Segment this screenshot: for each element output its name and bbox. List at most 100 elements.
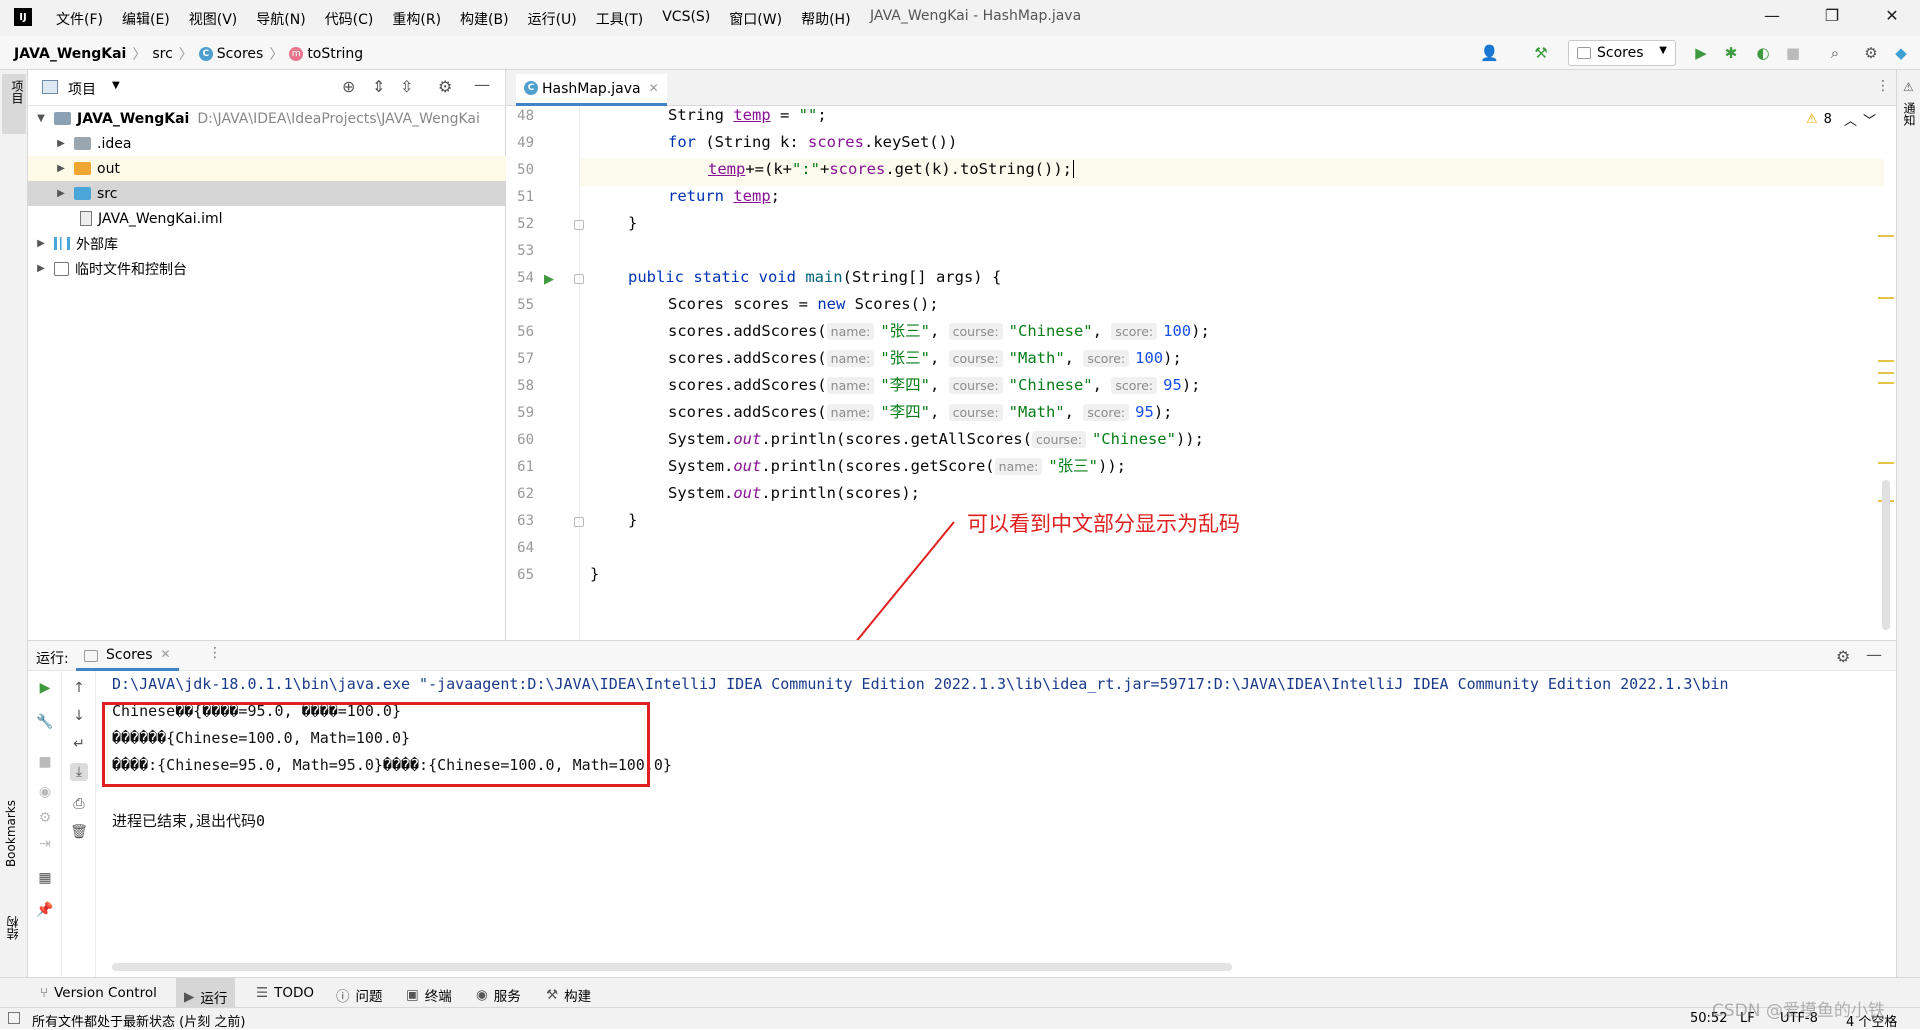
code-line-56[interactable]: scores.addScores(name: "张三", course: "Chin… [590,318,1210,345]
collapse-all-icon[interactable]: ⇳ [400,77,413,96]
run-config-selector[interactable]: Scores ▼ [1568,40,1676,66]
run-gutter-icon[interactable]: ▶ [544,272,554,287]
settings-icon[interactable]: ⚙ [36,809,54,827]
pin-icon[interactable]: 📌 [36,901,54,919]
status-square-icon[interactable] [8,1012,20,1024]
menu-file[interactable]: 文件(F) [56,9,103,29]
warning-stripe-mark[interactable] [1878,360,1894,362]
structure-tool-button[interactable]: 结构 [4,916,21,940]
project-panel-title[interactable]: 项目 [68,79,96,99]
code-line-55[interactable]: Scores scores = new Scores(); [590,291,939,318]
code-line-57[interactable]: scores.addScores(name: "张三", course: "Math… [590,345,1182,372]
restore-icon[interactable]: ❐ [1820,6,1844,28]
layout-icon[interactable]: ▦ [36,869,54,887]
inspection-widget[interactable]: ⚠ 8 ︿ ﹀ [1806,110,1876,129]
warning-stripe-mark[interactable] [1878,382,1894,384]
menu-navigate[interactable]: 导航(N) [256,9,305,29]
hide-panel-icon[interactable]: — [474,75,490,94]
tab-problems[interactable]: ⓘ 问题 [336,985,383,1005]
fold-marker-icon[interactable] [574,517,584,527]
user-icon[interactable]: 👤 [1480,44,1499,62]
menu-view[interactable]: 视图(V) [189,9,238,29]
tree-item-iml[interactable]: JAVA_WengKai.iml [28,206,506,231]
rerun-icon[interactable]: ▶ [36,679,54,697]
breadcrumb-method[interactable]: toString [307,46,363,62]
locate-icon[interactable]: ⊕ [342,77,355,96]
camera-icon[interactable]: ◉ [36,783,54,801]
more-options-icon[interactable]: ⋮ [1876,78,1890,94]
gear-icon[interactable]: ⚙ [1862,44,1880,62]
notification-icon[interactable]: ⚠ [1903,80,1914,94]
code-line-50[interactable]: temp+=(k+":"+scores.get(k).toString()); [590,156,1084,183]
tab-run[interactable]: ▶ 运行 [176,978,236,1008]
code-line-52[interactable]: } [590,210,637,237]
expand-all-icon[interactable]: ⇕ [372,77,385,96]
breadcrumb-class[interactable]: Scores [217,46,264,62]
gear-icon[interactable]: ⚙ [1836,647,1850,666]
code-line-59[interactable]: scores.addScores(name: "李四", course: "Math… [590,399,1172,426]
menu-build[interactable]: 构建(B) [460,9,509,29]
warning-stripe-mark[interactable] [1878,297,1894,299]
code-line-60[interactable]: System.out.println(scores.getAllScores(c… [590,426,1204,453]
tree-item-out[interactable]: ▶ out [28,156,506,181]
code-line-63[interactable]: } [590,507,637,534]
trash-icon[interactable]: 🗑 [70,823,88,841]
console-scrollbar[interactable] [112,963,1232,971]
hammer-build-icon[interactable]: ⚒ [1532,44,1550,62]
gear-icon[interactable]: ⚙ [438,77,452,96]
close-tab-icon[interactable]: ✕ [649,81,659,95]
notifications-tool-button[interactable]: 通知 [1901,102,1918,126]
warning-stripe-mark[interactable] [1878,462,1894,464]
coverage-icon[interactable]: ◐ [1754,44,1772,62]
menu-code[interactable]: 代码(C) [325,9,374,29]
hide-panel-icon[interactable]: — [1866,645,1882,664]
stop-icon[interactable]: ■ [1784,44,1802,62]
menu-edit[interactable]: 编辑(E) [122,9,170,29]
close-tab-icon[interactable]: ✕ [161,647,171,661]
menu-window[interactable]: 窗口(W) [729,9,782,29]
menu-refactor[interactable]: 重构(R) [392,9,441,29]
arrow-down-icon[interactable]: ↓ [70,707,88,725]
tab-terminal[interactable]: ▣ 终端 [406,985,452,1005]
toolbox-icon[interactable]: ◆ [1892,44,1910,62]
chevron-down-icon[interactable]: ▼ [112,80,120,91]
tree-item-src[interactable]: ▶ src [28,181,506,206]
code-line-54[interactable]: public static void main(String[] args) { [590,264,1001,291]
menu-run[interactable]: 运行(U) [528,9,577,29]
tab-run-scores[interactable]: Scores ✕ [76,641,179,671]
debug-icon[interactable]: ✱ [1722,44,1740,62]
print-icon[interactable]: ⎙ [70,795,88,813]
tree-item-idea[interactable]: ▶ .idea [28,131,506,156]
close-window-icon[interactable]: ✕ [1880,6,1904,28]
code-line-65[interactable]: } [590,561,599,588]
menu-help[interactable]: 帮助(H) [801,9,850,29]
warning-stripe-mark[interactable] [1878,235,1894,237]
tab-version-control[interactable]: ⑂ Version Control [40,985,157,1001]
stop-icon[interactable]: ■ [36,753,54,771]
tree-item-external-libraries[interactable]: ▶ 外部库 [28,231,506,256]
project-tool-button[interactable]: 项目 [2,74,26,134]
tab-todo[interactable]: ☰ TODO [256,985,314,1001]
warning-stripe-mark[interactable] [1878,372,1894,374]
menu-tools[interactable]: 工具(T) [596,9,643,29]
editor-scrollbar[interactable] [1882,480,1890,630]
code-line-48[interactable]: String temp = ""; [590,102,827,129]
tab-services[interactable]: ◉ 服务 [476,985,521,1005]
wrench-icon[interactable]: 🔧 [36,713,54,731]
tab-build[interactable]: ⚒ 构建 [546,985,591,1005]
code-line-49[interactable]: for (String k: scores.keySet()) [590,129,957,156]
breadcrumb-project[interactable]: JAVA_WengKai [14,46,126,62]
breadcrumb-src[interactable]: src [152,46,172,62]
minimize-icon[interactable]: — [1760,6,1784,28]
tree-item-project-root[interactable]: ▼ JAVA_WengKai D:\JAVA\IDEA\IdeaProjects… [28,106,506,131]
more-options-icon[interactable]: ⋮ [208,645,222,661]
search-icon[interactable]: ⌕ [1826,44,1844,62]
run-icon[interactable]: ▶ [1692,44,1710,62]
bookmarks-tool-button[interactable]: Bookmarks [4,800,18,867]
fold-marker-icon[interactable] [574,274,584,284]
scroll-to-end-icon[interactable]: ⤓ [70,763,88,781]
menu-vcs[interactable]: VCS(S) [662,9,710,29]
tree-item-scratches[interactable]: ▶ 临时文件和控制台 [28,256,506,281]
arrow-up-icon[interactable]: ↑ [70,679,88,697]
code-line-62[interactable]: System.out.println(scores); [590,480,920,507]
